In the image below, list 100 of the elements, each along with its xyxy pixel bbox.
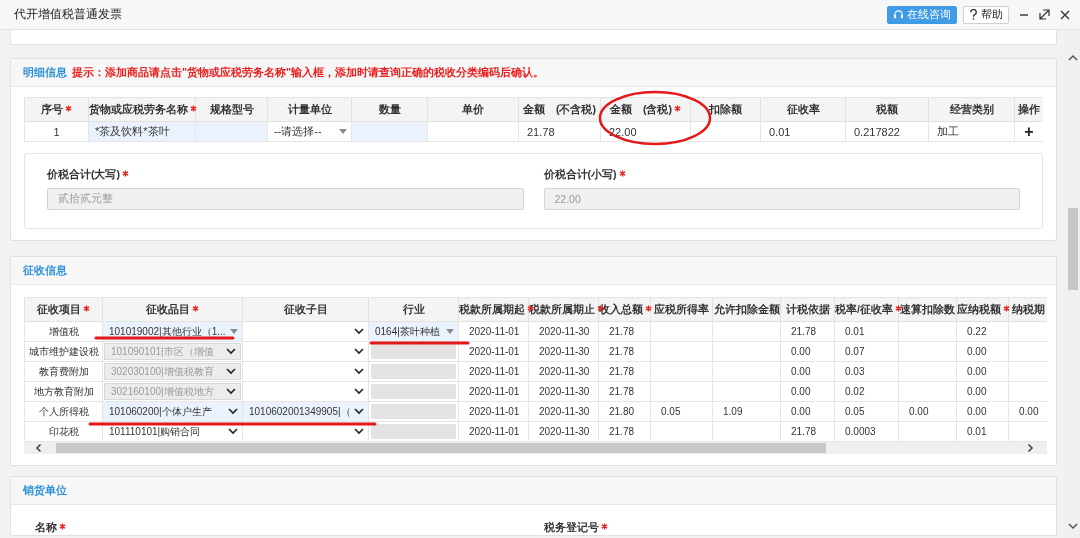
column-header: 金额 (不含税)	[518, 97, 601, 122]
table-cell: 2020-11-01	[458, 361, 529, 382]
table-cell	[650, 321, 713, 342]
table-cell: 2020-11-30	[528, 321, 599, 342]
table-cell: 2020-11-01	[458, 321, 529, 342]
table-cell: 0.217822	[845, 121, 929, 142]
field-label: 名称	[35, 521, 57, 535]
input-field[interactable]	[196, 122, 267, 141]
chevron-down-icon	[354, 428, 364, 435]
table-cell	[650, 381, 713, 402]
table-cell: 2020-11-30	[528, 421, 599, 442]
table-cell: 0.01	[956, 421, 1009, 442]
table-cell: 0.00	[780, 401, 835, 422]
column-header: 序号	[24, 97, 89, 122]
table-cell	[898, 381, 957, 402]
column-header: 数量	[351, 97, 428, 122]
table-cell: 增值税	[24, 321, 103, 342]
table-cell: 0.07	[834, 341, 899, 362]
column-header: 金额 (含税)	[600, 97, 691, 122]
table-cell: 地方教育附加	[24, 381, 103, 402]
table-cell: 1	[24, 121, 89, 142]
table-cell	[712, 381, 781, 402]
chevron-down-icon	[228, 428, 238, 435]
table-cell	[898, 421, 957, 442]
column-header: 应纳税额	[956, 297, 1009, 322]
chevron-down-icon	[226, 388, 236, 395]
table-cell	[898, 341, 957, 362]
column-header: 计量单位	[267, 97, 352, 122]
section-title: 销货单位	[23, 483, 67, 498]
table-cell: 0.00	[780, 381, 835, 402]
table-cell: 0.00	[956, 361, 1009, 382]
scroll-up-icon[interactable]	[1068, 54, 1078, 62]
column-header: 计税依据	[780, 297, 835, 322]
table-cell: 21.78	[598, 381, 651, 402]
column-header: 征收项目	[24, 297, 103, 322]
table-cell: 0.22	[956, 321, 1009, 342]
chevron-down-icon	[226, 348, 236, 355]
table-cell: 2020-11-01	[458, 401, 529, 422]
table-cell: 0.01	[834, 321, 899, 342]
chevron-down-icon	[354, 388, 364, 395]
dropdown-field[interactable]: 1010602001349905|（	[243, 402, 368, 421]
field-label: 税务登记号	[543, 521, 599, 535]
column-header: 税率/征收率	[834, 297, 899, 322]
chevron-down-icon	[354, 348, 364, 355]
table-cell	[712, 321, 781, 342]
dropdown-triangle-icon	[230, 329, 238, 334]
section-title: 明细信息	[23, 65, 67, 80]
column-header: 税额	[845, 97, 929, 122]
table-cell: 2020-11-01	[458, 381, 529, 402]
scrollbar-thumb[interactable]	[56, 443, 826, 453]
chevron-down-icon	[354, 328, 364, 335]
table-cell: 21.78	[780, 421, 835, 442]
table-cell	[712, 341, 781, 362]
input-field[interactable]: *茶及饮料*茶叶	[89, 122, 195, 141]
column-header: 行业	[368, 297, 459, 322]
scrollbar-thumb[interactable]	[1068, 208, 1078, 290]
column-header: 征收率	[760, 97, 846, 122]
horizontal-scrollbar[interactable]	[24, 442, 1047, 454]
column-header: 征收子目	[242, 297, 369, 322]
input-field[interactable]	[352, 122, 427, 141]
table-cell: 0.01	[760, 121, 846, 142]
table-cell: 印花税	[24, 421, 103, 442]
maximize-icon[interactable]	[1039, 9, 1050, 20]
scroll-down-icon[interactable]	[1068, 522, 1078, 530]
table-cell: 0.00	[956, 401, 1009, 422]
help-button[interactable]: 帮助	[963, 5, 1009, 24]
table-cell: 21.78	[598, 421, 651, 442]
table-cell	[650, 421, 713, 442]
table-cell	[712, 361, 781, 382]
column-header: 单价	[427, 97, 519, 122]
table-cell	[650, 341, 713, 362]
table-cell	[650, 361, 713, 382]
table-cell: 0.00	[956, 381, 1009, 402]
table-cell: 2020-11-01	[458, 421, 529, 442]
table-cell: 22.00	[600, 121, 691, 142]
table-cell	[898, 321, 957, 342]
close-icon[interactable]	[1060, 9, 1070, 20]
table-cell: 加工	[928, 121, 1015, 142]
dropdown-field[interactable]: 101060200|个体户生产	[103, 402, 242, 421]
table-cell: 2020-11-30	[528, 341, 599, 362]
table-cell: 2020-11-30	[528, 381, 599, 402]
column-header: 操作	[1014, 97, 1043, 122]
scroll-left-icon[interactable]	[34, 443, 44, 453]
column-header: 经营类别	[928, 97, 1015, 122]
column-header: 规格型号	[195, 97, 268, 122]
field-label: 价税合计(小写)	[543, 168, 617, 182]
column-header: 货物或应税劳务名称	[88, 97, 196, 122]
headset-icon	[893, 9, 904, 20]
window-title: 代开增值税普通发票	[14, 6, 123, 23]
scroll-right-icon[interactable]	[1025, 443, 1035, 453]
table-cell	[712, 421, 781, 442]
dropdown-field[interactable]: 0164|茶叶种植	[369, 322, 458, 341]
table-cell	[898, 361, 957, 382]
hint-text: 提示：添加商品请点击"货物或应税劳务名称"输入框，添加时请查询正确的税收分类编码后确认。	[72, 65, 544, 80]
column-header: 应税所得率	[650, 297, 713, 322]
table-cell: 2020-11-30	[528, 361, 599, 382]
table-cell: 21.78	[780, 321, 835, 342]
field-label: 价税合计(大写)	[47, 168, 120, 182]
table-cell: 2020-11-01	[458, 341, 529, 362]
table-cell: 0.05	[834, 401, 899, 422]
